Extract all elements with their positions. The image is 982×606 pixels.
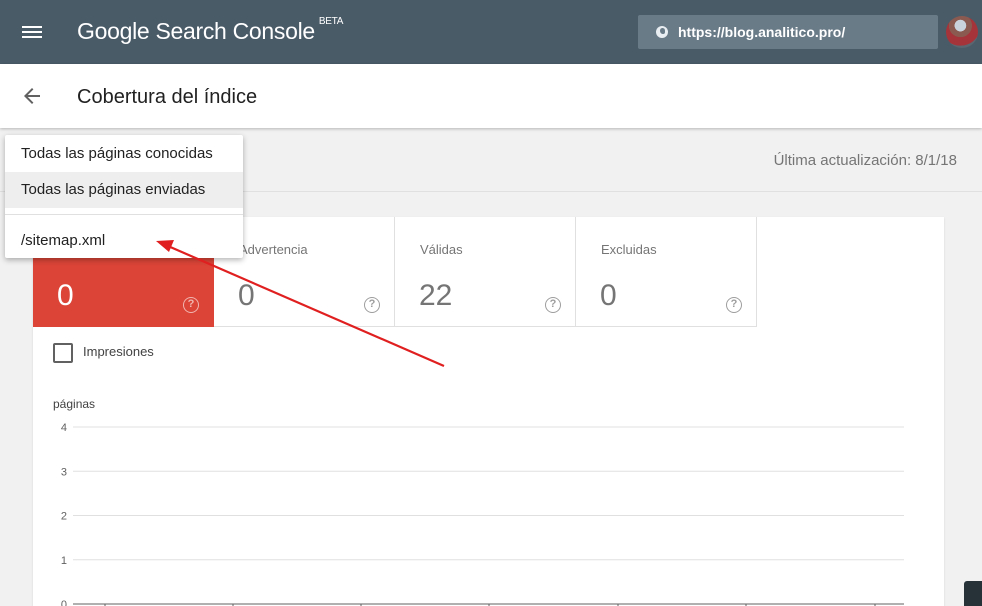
- tile-excluded-value: 0: [600, 279, 617, 312]
- menu-item-all-submitted[interactable]: Todas las páginas enviadas: [5, 172, 243, 208]
- coverage-chart: 4 3 2 1 0: [61, 422, 904, 606]
- pages-filter-menu: Todas las páginas conocidas Todas las pá…: [5, 135, 243, 258]
- app-bar: Google Search Console BETA https://blog.a…: [0, 0, 982, 64]
- page-title: Cobertura del índice: [77, 86, 258, 108]
- tile-excluded-label: Excluidas: [601, 242, 657, 257]
- tile-warning-value: 0: [238, 279, 255, 312]
- avatar[interactable]: [946, 16, 978, 48]
- app-brand[interactable]: Google Search Console BETA: [77, 16, 344, 45]
- tile-excluded[interactable]: Excluidas 0 ?: [576, 217, 757, 327]
- beta-badge: BETA: [318, 16, 344, 28]
- globe-icon: [656, 26, 668, 38]
- chart-y-tick: 2: [61, 511, 67, 523]
- chart-y-tick: 3: [61, 466, 67, 478]
- chart-y-label: páginas: [53, 397, 96, 411]
- help-circle-icon[interactable]: ?: [726, 297, 742, 313]
- menu-item-all-known[interactable]: Todas las páginas conocidas: [5, 136, 243, 172]
- tile-warning-label: Advertencia: [239, 242, 308, 257]
- help-circle-icon[interactable]: ?: [364, 297, 380, 313]
- chart-y-tick: 4: [61, 422, 67, 434]
- tile-error-value: 0: [57, 279, 74, 312]
- arrow-back-icon[interactable]: [20, 84, 44, 108]
- tile-valid[interactable]: Válidas 22 ?: [395, 217, 576, 327]
- property-selector[interactable]: https://blog.analitico.pro/: [638, 15, 938, 49]
- help-circle-icon[interactable]: ?: [183, 297, 199, 313]
- property-url: https://blog.analitico.pro/: [678, 24, 846, 40]
- menu-icon[interactable]: [22, 24, 42, 40]
- chart-y-tick: 0: [61, 599, 67, 606]
- tile-valid-value: 22: [419, 279, 453, 312]
- tile-valid-label: Válidas: [420, 242, 463, 257]
- title-bar: Cobertura del índice: [0, 64, 982, 128]
- impressions-checkbox[interactable]: [53, 343, 73, 363]
- impressions-label: Impresiones: [83, 344, 154, 359]
- corner-widget[interactable]: [964, 581, 982, 606]
- help-circle-icon[interactable]: ?: [545, 297, 561, 313]
- coverage-card: 0 ? Advertencia 0 ? Válidas 22 ? Excluid…: [33, 217, 944, 606]
- brand-name: Google Search Console: [77, 18, 315, 44]
- last-update-text: Última actualización: 8/1/18: [773, 152, 957, 169]
- menu-item-sitemap[interactable]: /sitemap.xml: [5, 223, 243, 259]
- menu-divider: [5, 214, 243, 215]
- chart-y-tick: 1: [61, 555, 67, 567]
